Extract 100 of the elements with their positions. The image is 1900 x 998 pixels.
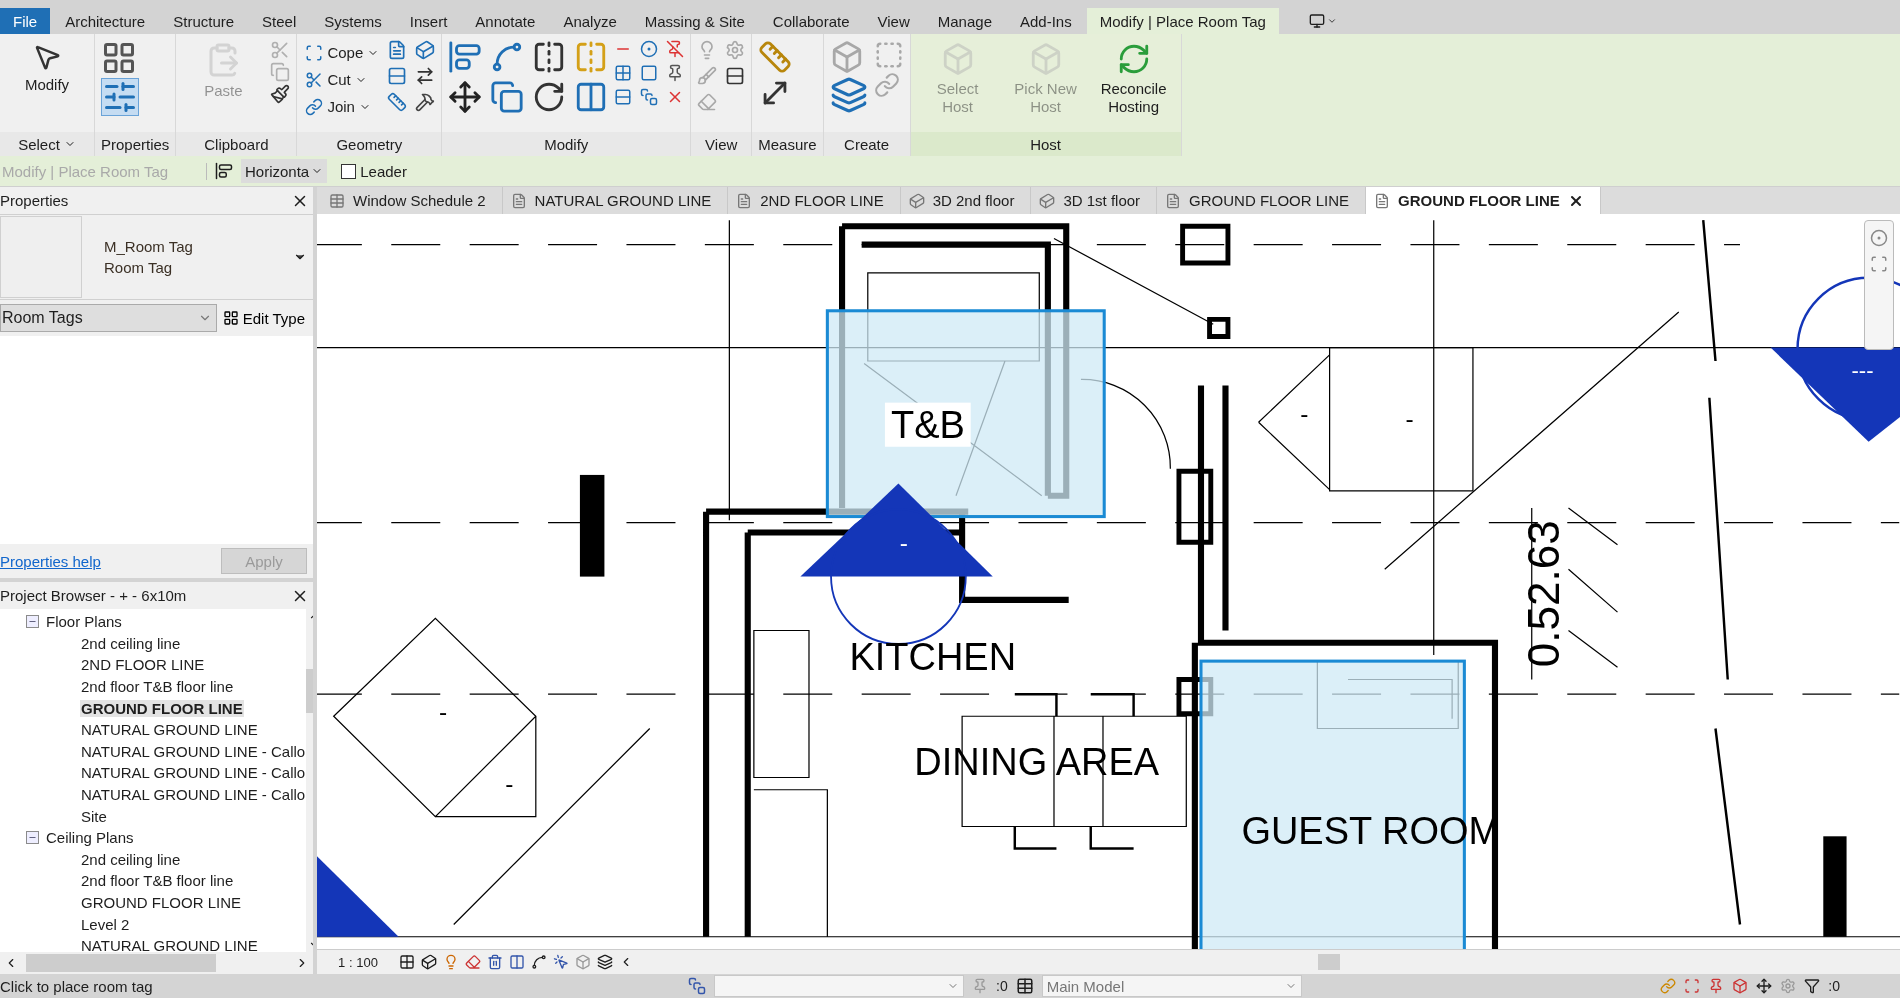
room-label[interactable]: T&B bbox=[891, 404, 965, 447]
tree-item[interactable]: 2nd ceiling line bbox=[80, 634, 182, 652]
plan-icon bbox=[1165, 192, 1182, 209]
edit-type-button[interactable]: Edit Type bbox=[220, 309, 307, 327]
tree-item[interactable]: 2nd floor T&B floor line bbox=[80, 872, 235, 890]
tree-item[interactable]: GROUND FLOOR LINE bbox=[80, 699, 244, 717]
hammer-icon[interactable] bbox=[415, 92, 436, 112]
properties-help-link[interactable]: Properties help bbox=[0, 552, 101, 570]
room-label[interactable]: KITCHEN bbox=[849, 635, 1017, 678]
model-dropdown[interactable]: Main Model bbox=[1041, 975, 1302, 997]
tree-group-label[interactable]: Floor Plans bbox=[45, 613, 123, 631]
plan-icon bbox=[510, 192, 527, 209]
tree-item[interactable]: GROUND FLOOR LINE bbox=[80, 894, 243, 911]
ribbon-tab[interactable]: Manage bbox=[924, 8, 1005, 34]
room-highlight[interactable] bbox=[825, 309, 1106, 519]
ribbon-tab[interactable]: Systems bbox=[311, 8, 395, 34]
table-icon bbox=[329, 192, 345, 209]
ribbon-tab[interactable]: Add-Ins bbox=[1007, 8, 1085, 34]
array-icon[interactable] bbox=[614, 64, 633, 82]
tree-item[interactable]: NATURAL GROUND LINE - Callo bbox=[80, 742, 307, 760]
scroll-thumb[interactable] bbox=[1318, 954, 1340, 970]
ribbon-tab[interactable]: Collaborate bbox=[759, 8, 863, 34]
view-scale[interactable]: 1 : 100 bbox=[323, 954, 393, 970]
filter-icon[interactable] bbox=[1804, 978, 1821, 994]
drag-icon[interactable] bbox=[1756, 978, 1773, 994]
scroll-thumb[interactable] bbox=[26, 954, 216, 972]
ribbon-tab[interactable]: Steel bbox=[249, 8, 310, 34]
lines-icon[interactable] bbox=[725, 66, 746, 86]
tree-item[interactable]: NATURAL GROUND LINE - Callo bbox=[80, 786, 307, 804]
tool-icon bbox=[305, 43, 324, 62]
ribbon-tab[interactable]: Analyze bbox=[550, 8, 630, 34]
collapse-toggle[interactable] bbox=[26, 831, 39, 845]
properties-icon[interactable] bbox=[101, 78, 139, 116]
panel-title: Modify bbox=[442, 132, 691, 156]
ribbon-tool-button[interactable]: Modify bbox=[6, 40, 88, 96]
tree-group-label[interactable]: Ceiling Plans bbox=[45, 829, 135, 847]
category-dropdown[interactable]: Room Tags bbox=[0, 304, 217, 332]
panel-title: Host bbox=[910, 132, 1181, 156]
ribbon-tab[interactable]: View bbox=[864, 8, 923, 34]
geometry-tool-button[interactable]: Cut bbox=[303, 67, 382, 92]
align-icon[interactable] bbox=[448, 40, 483, 74]
filter-count: :0 bbox=[1828, 978, 1840, 994]
browser-title: Project Browser - + - 6x10m bbox=[0, 587, 187, 604]
panel-title: Clipboard bbox=[176, 132, 297, 156]
tree-item[interactable]: 2nd ceiling line bbox=[80, 850, 182, 868]
ribbon-tab[interactable]: Architecture bbox=[52, 8, 159, 34]
ribbon-tab[interactable]: Annotate bbox=[462, 8, 549, 34]
tree-item[interactable]: Site bbox=[80, 807, 108, 825]
ribbon-tab[interactable]: Modify | Place Room Tag bbox=[1086, 8, 1279, 34]
copy-icon[interactable] bbox=[490, 80, 525, 114]
tree-item[interactable]: NATURAL GROUND LINE bbox=[80, 937, 259, 952]
geometry-tool-button[interactable]: Join bbox=[303, 94, 382, 119]
type-properties-icon[interactable] bbox=[101, 40, 137, 76]
tag-mark: - bbox=[899, 528, 908, 556]
leader-checkbox[interactable]: Leader bbox=[341, 162, 407, 180]
elevation-marker[interactable] bbox=[1770, 276, 1900, 442]
cube-icon bbox=[1039, 192, 1056, 209]
tree-item[interactable]: Level 2 bbox=[80, 915, 131, 933]
plan-icon bbox=[736, 192, 753, 209]
status-message: Click to place room tag bbox=[0, 977, 154, 995]
document-icon[interactable] bbox=[387, 40, 408, 60]
unpin-icon[interactable] bbox=[666, 40, 685, 58]
panel-title: View bbox=[691, 132, 752, 156]
caret-icon bbox=[1326, 16, 1337, 26]
ribbon-tab[interactable]: Structure bbox=[160, 8, 248, 34]
document-tab[interactable]: GROUND FLOOR LINE bbox=[1366, 187, 1601, 214]
tag-mark: - bbox=[505, 770, 514, 798]
ribbon-tool-button[interactable]: Reconcile Hosting bbox=[1092, 40, 1175, 118]
panel-title: Measure bbox=[752, 132, 823, 156]
panel-title: Properties bbox=[95, 132, 176, 156]
panel-title: Create bbox=[823, 132, 910, 156]
panel-title[interactable]: Select bbox=[0, 132, 94, 156]
table-icon[interactable] bbox=[1015, 977, 1034, 995]
screen-icon bbox=[1308, 13, 1325, 29]
file-menu-tab[interactable]: File bbox=[0, 8, 51, 34]
collapse-toggle[interactable] bbox=[26, 615, 39, 629]
workset-icon[interactable] bbox=[688, 977, 706, 995]
geometry-tool-button[interactable]: Cope bbox=[303, 40, 382, 65]
tool-icon bbox=[305, 97, 324, 116]
section-marker[interactable] bbox=[800, 483, 993, 645]
ruler-icon[interactable] bbox=[387, 92, 408, 112]
type-selector[interactable]: M_Room Tag Room Tag bbox=[0, 214, 313, 300]
cube-icon[interactable] bbox=[415, 40, 436, 60]
cube-icon bbox=[908, 192, 925, 209]
highlight-icon[interactable] bbox=[553, 954, 569, 970]
layers-icon[interactable] bbox=[829, 76, 868, 114]
tree-item[interactable]: NATURAL GROUND LINE - Callo bbox=[80, 764, 307, 782]
ribbon-tab[interactable]: Insert bbox=[396, 8, 461, 34]
match-properties-icon[interactable] bbox=[270, 84, 291, 104]
tree-item[interactable]: 2nd floor T&B floor line bbox=[80, 678, 235, 696]
orientation-dropdown[interactable]: Horizonta bbox=[241, 159, 328, 183]
move-icon[interactable] bbox=[448, 80, 483, 114]
tag-mark: - bbox=[1405, 405, 1414, 433]
detail-level-icon[interactable] bbox=[399, 954, 415, 970]
type-name: Room Tag bbox=[104, 259, 174, 276]
tree-item[interactable]: NATURAL GROUND LINE bbox=[80, 721, 259, 739]
rows-icon[interactable] bbox=[387, 66, 408, 86]
tag-mark: - bbox=[1300, 400, 1309, 428]
tree-item[interactable]: 2ND FLOOR LINE bbox=[80, 656, 206, 674]
ribbon-tab[interactable]: Massing & Site bbox=[631, 8, 758, 34]
